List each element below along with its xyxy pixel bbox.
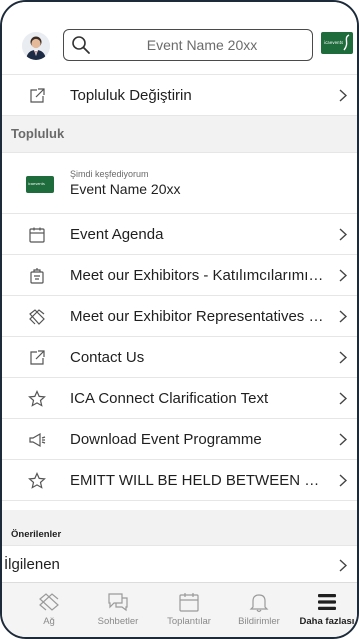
- tab-meetings[interactable]: Toplantılar: [157, 583, 221, 637]
- community-section-header: Topluluk: [2, 116, 357, 153]
- calendar-icon: [28, 226, 46, 244]
- menu-item-download-programme[interactable]: Download Event Programme: [2, 419, 357, 460]
- tab-notifications[interactable]: Bildirimler: [227, 583, 291, 637]
- menu-item-event-agenda[interactable]: Event Agenda: [2, 214, 357, 255]
- section-title: Önerilenler: [11, 529, 62, 540]
- brand-logo[interactable]: icaevents: [321, 32, 353, 54]
- interested-label: İlgilenen: [4, 556, 60, 573]
- tab-more[interactable]: Daha fazlası: [295, 583, 357, 637]
- chevron-right-icon: [339, 89, 348, 107]
- menu-item-label: Event Agenda: [70, 226, 164, 243]
- external-link-icon: [28, 87, 46, 105]
- search-placeholder: Event Name 20xx: [146, 37, 258, 53]
- current-event-name: Event Name 20xx: [70, 181, 181, 197]
- calendar-icon: [178, 591, 200, 618]
- interested-item[interactable]: İlgilenen: [2, 546, 357, 584]
- menu-item-exhibitor-representatives[interactable]: Meet our Exhibitor Representatives - Tem…: [2, 296, 357, 337]
- tab-label: Ağ: [43, 616, 55, 627]
- switch-community-item[interactable]: Topluluk Değiştirin: [2, 75, 357, 116]
- menu-item-label: Meet our Exhibitors - Katılımcılarımızla…: [70, 267, 327, 284]
- menu-item-label: EMITT WILL BE HELD BETWEEN 12 - 15 FEBRU…: [70, 472, 327, 489]
- chevron-right-icon: [339, 310, 348, 328]
- search-icon: [71, 35, 91, 60]
- menu-item-label: Download Event Programme: [70, 431, 262, 448]
- menu-item-label: Meet our Exhibitor Representatives - Tem…: [70, 308, 327, 325]
- tab-label: Toplantılar: [167, 616, 211, 627]
- menu-item-label: Contact Us: [70, 349, 145, 366]
- menu-item-exhibitors[interactable]: Meet our Exhibitors - Katılımcılarımızla…: [2, 255, 357, 296]
- chat-icon: [107, 591, 129, 618]
- chevron-right-icon: [339, 559, 348, 577]
- menu-icon: [316, 591, 338, 618]
- tab-chats[interactable]: Sohbetler: [86, 583, 150, 637]
- star-icon: [28, 472, 46, 490]
- app-frame: Event Name 20xx icaevents Topluluk Değiş…: [0, 0, 359, 639]
- booth-icon: [28, 267, 46, 285]
- chevron-right-icon: [339, 269, 348, 287]
- megaphone-icon: [28, 431, 46, 449]
- handshake-icon: [38, 591, 60, 618]
- top-bar: Event Name 20xx icaevents: [2, 2, 357, 75]
- current-event[interactable]: icaevents Şimdi keşfediyorum Event Name …: [2, 153, 357, 214]
- external-link-icon: [28, 349, 46, 367]
- chevron-right-icon: [339, 351, 348, 369]
- menu-item-contact-us[interactable]: Contact Us: [2, 337, 357, 378]
- switch-community-label: Topluluk Değiştirin: [70, 87, 192, 104]
- tab-network[interactable]: Ağ: [17, 583, 81, 637]
- tab-label: Bildirimler: [238, 616, 280, 627]
- current-event-caption: Şimdi keşfediyorum: [70, 169, 149, 179]
- chevron-right-icon: [339, 474, 348, 492]
- suggestions-section-header: Önerilenler: [2, 510, 357, 546]
- section-title: Topluluk: [11, 126, 65, 141]
- chevron-right-icon: [339, 433, 348, 451]
- event-logo: icaevents: [26, 176, 54, 193]
- bell-icon: [248, 591, 270, 618]
- menu-item-clarification-text[interactable]: ICA Connect Clarification Text: [2, 378, 357, 419]
- tab-label: Sohbetler: [97, 616, 139, 627]
- bottom-tab-bar: Ağ Sohbetler Toplantılar Bildirimler Dah…: [2, 582, 357, 637]
- menu-item-emitt-announcement[interactable]: EMITT WILL BE HELD BETWEEN 12 - 15 FEBRU…: [2, 460, 357, 501]
- search-input[interactable]: Event Name 20xx: [63, 29, 313, 61]
- star-icon: [28, 390, 46, 408]
- event-logo-text: icaevents: [28, 182, 45, 186]
- chevron-right-icon: [339, 392, 348, 410]
- chevron-right-icon: [339, 228, 348, 246]
- menu-item-label: ICA Connect Clarification Text: [70, 390, 269, 407]
- handshake-icon: [28, 308, 46, 326]
- avatar[interactable]: [22, 32, 50, 60]
- tab-label: Daha fazlası: [299, 616, 355, 627]
